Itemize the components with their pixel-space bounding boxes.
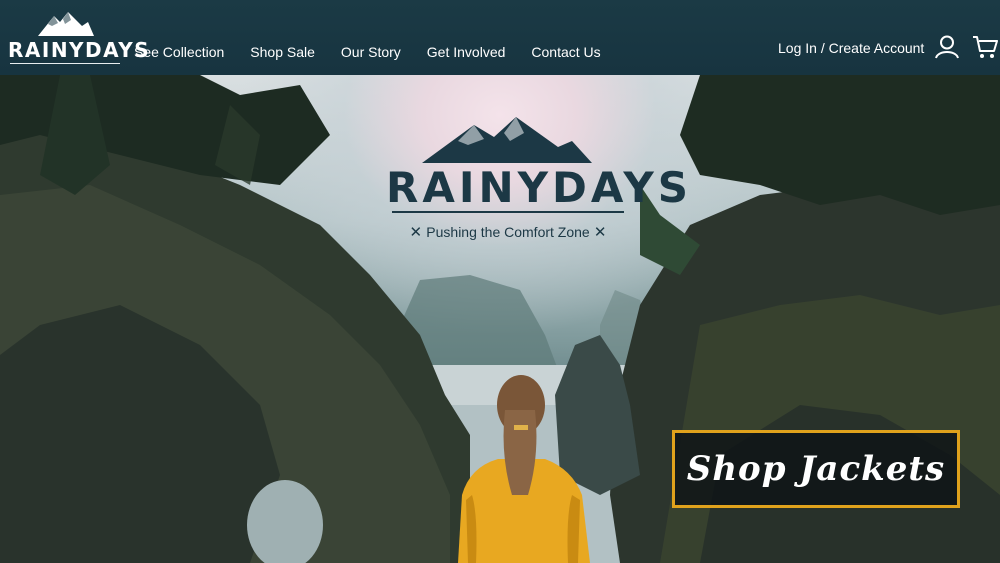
tagline-text: Pushing the Comfort Zone <box>426 224 590 240</box>
hero-title: RAINYDAYS <box>386 163 693 212</box>
hero-banner: RAINYDAYS ✕ Pushing the Comfort Zone ✕ S… <box>0 75 1000 563</box>
hero-divider <box>392 211 624 213</box>
brand-name: RAINYDAYS <box>8 38 151 62</box>
cart-icon[interactable] <box>972 34 998 60</box>
hero-tagline: ✕ Pushing the Comfort Zone ✕ <box>386 223 630 241</box>
brand-divider <box>10 63 120 64</box>
main-nav: See Collection Shop Sale Our Story Get I… <box>134 44 601 60</box>
mountain-logo-icon <box>38 12 94 36</box>
nav-link-see-collection[interactable]: See Collection <box>134 44 224 60</box>
user-icon[interactable] <box>934 35 960 59</box>
nav-link-get-involved[interactable]: Get Involved <box>427 44 506 60</box>
shop-jackets-button[interactable]: Shop Jackets <box>672 430 960 508</box>
mountain-logo-icon <box>422 117 592 163</box>
close-icon: ✕ <box>409 224 427 241</box>
top-navigation-bar: RAINYDAYS See Collection Shop Sale Our S… <box>0 0 1000 75</box>
nav-link-shop-sale[interactable]: Shop Sale <box>250 44 315 60</box>
login-create-account-link[interactable]: Log In / Create Account <box>778 40 924 56</box>
brand-logo[interactable]: RAINYDAYS <box>8 10 151 68</box>
nav-link-our-story[interactable]: Our Story <box>341 44 401 60</box>
nav-link-contact-us[interactable]: Contact Us <box>531 44 600 60</box>
close-icon: ✕ <box>589 224 607 241</box>
hero-logo: RAINYDAYS ✕ Pushing the Comfort Zone ✕ <box>386 115 693 245</box>
shop-jackets-label: Shop Jackets <box>686 449 946 489</box>
